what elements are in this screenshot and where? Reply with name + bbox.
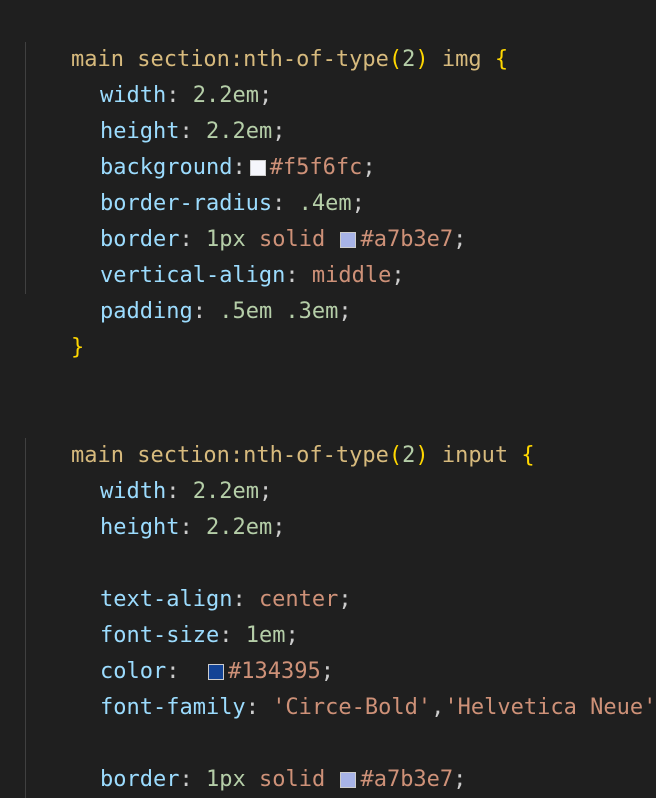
code-line-12[interactable]: main section:nth-of-type(2) input { (18, 402, 535, 468)
pseudo-arg: 2 (402, 443, 416, 468)
code-line-17[interactable]: font-size: 1em; (18, 582, 299, 648)
paren-close: ) (415, 443, 429, 468)
semicolon: ; (338, 299, 352, 324)
code-line-4[interactable]: background: #f5f6fc; (18, 114, 376, 180)
selector-tag: input (428, 443, 522, 468)
font-family-value-1: 'Circe-Bold' (272, 695, 432, 720)
colon: : (179, 515, 206, 540)
property-value: 2.2em (205, 515, 273, 540)
code-line-1[interactable]: main section:nth-of-type(2) img { (18, 6, 508, 72)
semicolon: ; (272, 515, 286, 540)
code-line-21[interactable]: border: 1px solid #a7b3e7; (18, 726, 466, 792)
property-name: padding (99, 299, 193, 324)
code-line-6[interactable]: border: 1px solid #a7b3e7; (18, 186, 466, 252)
code-line-7[interactable]: vertical-align: middle; (18, 222, 405, 288)
brace-open: { (521, 443, 535, 468)
code-line-5[interactable]: border-radius: .4em; (18, 150, 365, 216)
paren-open: ( (388, 443, 403, 468)
code-line-18[interactable]: color: #134395; (18, 618, 334, 684)
code-line-2[interactable]: width: 2.2em; (18, 42, 272, 108)
property-name: font-family (99, 695, 246, 720)
selector-tag: img (428, 47, 495, 72)
paren-open: ( (388, 47, 403, 72)
colon: : (192, 299, 220, 324)
comma: , (431, 695, 445, 720)
semicolon: ; (391, 263, 405, 288)
property-value: .5em .3em (219, 299, 339, 324)
semicolon: ; (453, 767, 467, 792)
semicolon: ; (453, 227, 467, 252)
colon: : (245, 695, 273, 720)
code-line-22[interactable]: vertical-align: middle; (18, 762, 405, 798)
semicolon: ; (338, 587, 352, 612)
brace-open: { (494, 47, 509, 72)
code-line-16[interactable]: text-align: center; (18, 546, 352, 612)
code-line-8[interactable]: padding: .5em .3em; (18, 258, 352, 324)
code-line-19[interactable]: font-family: 'Circe-Bold','Helvetica Neu… (18, 654, 656, 720)
brace-close: } (70, 335, 85, 360)
font-family-value-2: 'Helvetica Neue' (444, 695, 656, 720)
code-line-9[interactable]: } (18, 294, 84, 360)
code-editor[interactable]: main section:nth-of-type(2) img { width:… (0, 0, 656, 798)
property-name: height (99, 515, 180, 540)
code-line-3[interactable]: height: 2.2em; (18, 78, 285, 144)
pseudo-arg: 2 (402, 47, 416, 72)
paren-close: ) (415, 47, 429, 72)
code-line-14[interactable]: height: 2.2em; (18, 474, 285, 540)
code-line-13[interactable]: width: 2.2em; (18, 438, 272, 504)
